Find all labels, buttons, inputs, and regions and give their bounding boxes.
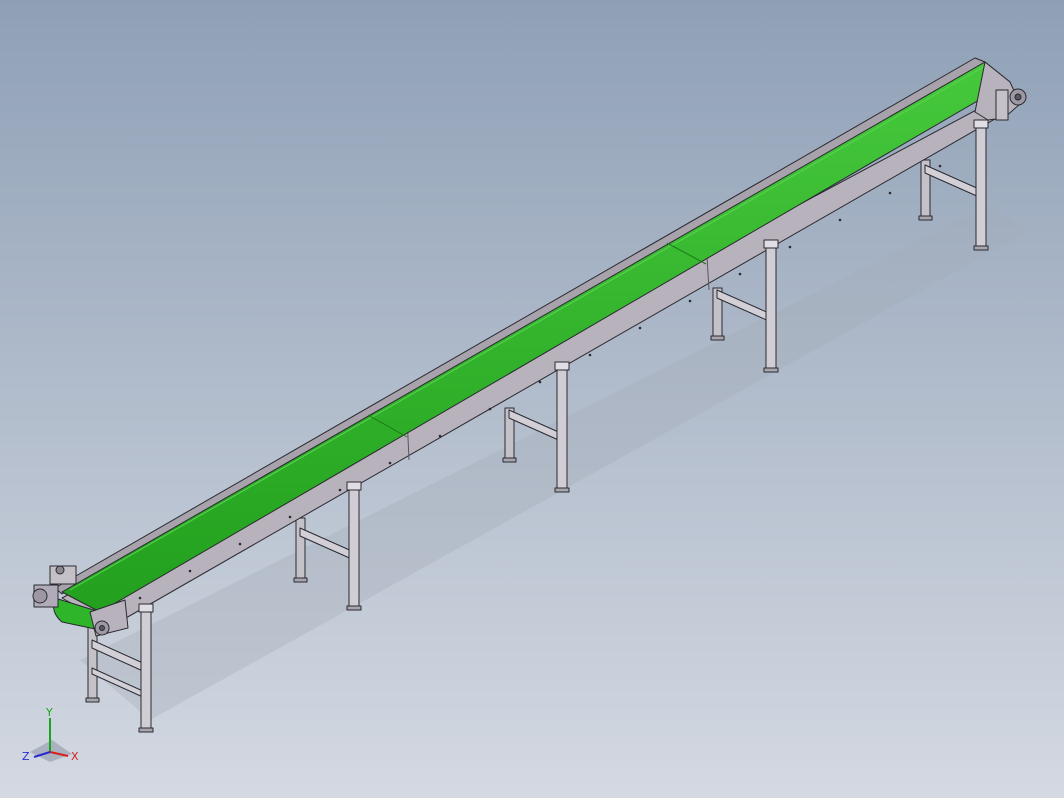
- head-pulley-hub: [1014, 93, 1022, 101]
- tail-pulley-hub: [99, 625, 105, 631]
- bolt: [188, 569, 192, 573]
- head-bracket: [995, 89, 1009, 121]
- leg-cap: [763, 239, 779, 249]
- gearbox-cap: [55, 565, 65, 575]
- foot-plate: [710, 335, 725, 341]
- leg-front-2: [348, 487, 360, 609]
- bolt: [688, 299, 692, 303]
- foot-plate: [918, 215, 933, 221]
- leg-front-3: [556, 367, 568, 491]
- foot-plate: [138, 727, 154, 733]
- bolt: [838, 218, 842, 222]
- bolt: [788, 245, 792, 249]
- leg-cap: [554, 361, 570, 371]
- bolt: [588, 353, 592, 357]
- leg-front-1: [140, 609, 152, 731]
- triad-label-y: Y: [45, 706, 53, 719]
- motor-end-cap: [32, 588, 48, 604]
- leg-rear-2: [295, 517, 306, 581]
- bolt: [638, 326, 642, 330]
- bolt: [938, 164, 942, 168]
- bolt: [138, 596, 142, 600]
- foot-plate: [346, 605, 362, 611]
- leg-front-4: [765, 245, 777, 371]
- foot-plate: [85, 697, 100, 703]
- leg-cap: [138, 603, 154, 613]
- bolt: [888, 191, 892, 195]
- bolt: [488, 407, 492, 411]
- bolt: [438, 434, 442, 438]
- foot-plate: [973, 245, 989, 251]
- leg-cap: [346, 481, 362, 491]
- bolt: [238, 542, 242, 546]
- cad-viewport[interactable]: Y X Z: [0, 0, 1064, 798]
- foot-plate: [763, 367, 779, 373]
- bolt: [538, 380, 542, 384]
- leg-front-5: [975, 125, 987, 249]
- foot-plate: [502, 457, 517, 463]
- bolt: [338, 488, 342, 492]
- triad-label-x: X: [71, 750, 79, 763]
- triad-label-z: Z: [22, 750, 30, 763]
- foot-plate: [554, 487, 570, 493]
- bolt: [738, 272, 742, 276]
- leg-cap: [973, 119, 989, 129]
- bolt: [288, 515, 292, 519]
- bolt: [388, 461, 392, 465]
- foot-plate: [293, 577, 308, 583]
